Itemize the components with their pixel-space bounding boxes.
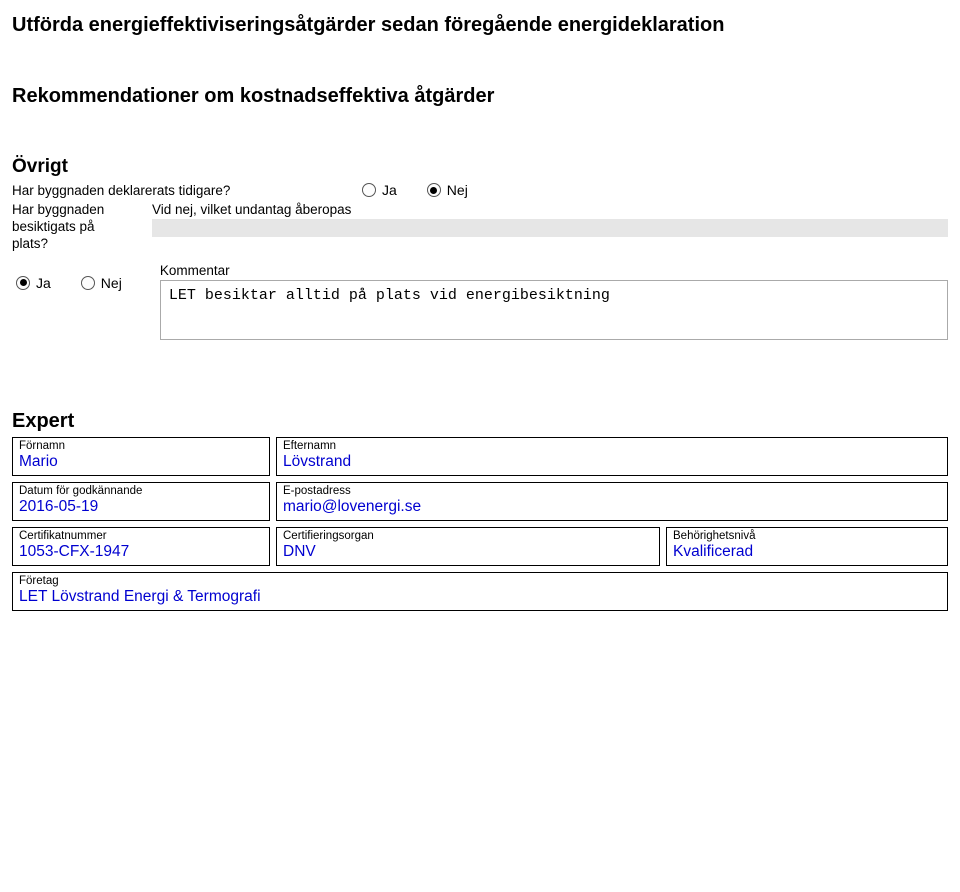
niva-cell: Behörighetsnivå Kvalificerad [666, 527, 948, 566]
kommentar-textarea[interactable]: LET besiktar alltid på plats vid energib… [160, 280, 948, 340]
epost-label: E-postadress [283, 485, 941, 497]
cert-value: 1053-CFX-1947 [19, 543, 263, 561]
niva-value: Kvalificerad [673, 543, 941, 561]
inspected-radio-group: Ja Nej [12, 263, 122, 291]
expert-cert-row: Certifikatnummer 1053-CFX-1947 Certifier… [12, 527, 948, 566]
fornamn-cell: Förnamn Mario [12, 437, 270, 476]
foretag-cell: Företag LET Lövstrand Energi & Termograf… [12, 572, 948, 611]
organ-label: Certifieringsorgan [283, 530, 653, 542]
radio-empty-icon [362, 183, 376, 197]
question-declared-label: Har byggnaden deklarerats tidigare? [12, 183, 340, 198]
section-expert-heading: Expert [12, 410, 948, 433]
fornamn-value: Mario [19, 453, 263, 471]
question-inspected-row: Har byggnaden besiktigats på plats? Vid … [12, 202, 948, 253]
inspected-nej-label: Nej [101, 275, 122, 291]
undantag-block: Vid nej, vilket undantag åberopas [152, 202, 948, 237]
section-utforda-heading: Utförda energieffektiviseringsåtgärder s… [12, 14, 948, 37]
inspected-answer-row: Ja Nej Kommentar LET besiktar alltid på … [12, 263, 948, 340]
declared-nej-option[interactable]: Nej [427, 182, 468, 198]
datum-value: 2016-05-19 [19, 498, 263, 516]
niva-label: Behörighetsnivå [673, 530, 941, 542]
question-declared-row: Har byggnaden deklarerats tidigare? Ja N… [12, 182, 948, 198]
efternamn-label: Efternamn [283, 440, 941, 452]
declared-ja-label: Ja [382, 182, 397, 198]
organ-value: DNV [283, 543, 653, 561]
question-inspected-label-line2: besiktigats på plats? [12, 219, 132, 253]
kommentar-label: Kommentar [160, 263, 948, 278]
declared-nej-label: Nej [447, 182, 468, 198]
undantag-label: Vid nej, vilket undantag åberopas [152, 202, 948, 217]
organ-cell: Certifieringsorgan DNV [276, 527, 660, 566]
cert-cell: Certifikatnummer 1053-CFX-1947 [12, 527, 270, 566]
inspected-nej-option[interactable]: Nej [81, 275, 122, 291]
expert-date-email-row: Datum för godkännande 2016-05-19 E-posta… [12, 482, 948, 521]
declared-radio-group: Ja Nej [362, 182, 468, 198]
expert-name-row: Förnamn Mario Efternamn Lövstrand [12, 437, 948, 476]
undantag-input[interactable] [152, 219, 948, 237]
datum-cell: Datum för godkännande 2016-05-19 [12, 482, 270, 521]
section-ovrigt-heading: Övrigt [12, 156, 948, 178]
foretag-label: Företag [19, 575, 941, 587]
section-rekommendationer-heading: Rekommendationer om kostnadseffektiva åt… [12, 85, 948, 108]
question-inspected-label-line1: Har byggnaden [12, 202, 132, 219]
declared-ja-option[interactable]: Ja [362, 182, 397, 198]
cert-label: Certifikatnummer [19, 530, 263, 542]
epost-value: mario@lovenergi.se [283, 498, 941, 516]
kommentar-block: Kommentar LET besiktar alltid på plats v… [160, 263, 948, 340]
fornamn-label: Förnamn [19, 440, 263, 452]
radio-selected-icon [427, 183, 441, 197]
inspected-ja-option[interactable]: Ja [16, 275, 51, 291]
efternamn-cell: Efternamn Lövstrand [276, 437, 948, 476]
radio-selected-icon [16, 276, 30, 290]
question-inspected-label: Har byggnaden besiktigats på plats? [12, 202, 132, 253]
foretag-value: LET Lövstrand Energi & Termografi [19, 588, 941, 606]
datum-label: Datum för godkännande [19, 485, 263, 497]
epost-cell: E-postadress mario@lovenergi.se [276, 482, 948, 521]
efternamn-value: Lövstrand [283, 453, 941, 471]
inspected-ja-label: Ja [36, 275, 51, 291]
radio-empty-icon [81, 276, 95, 290]
expert-foretag-row: Företag LET Lövstrand Energi & Termograf… [12, 572, 948, 611]
